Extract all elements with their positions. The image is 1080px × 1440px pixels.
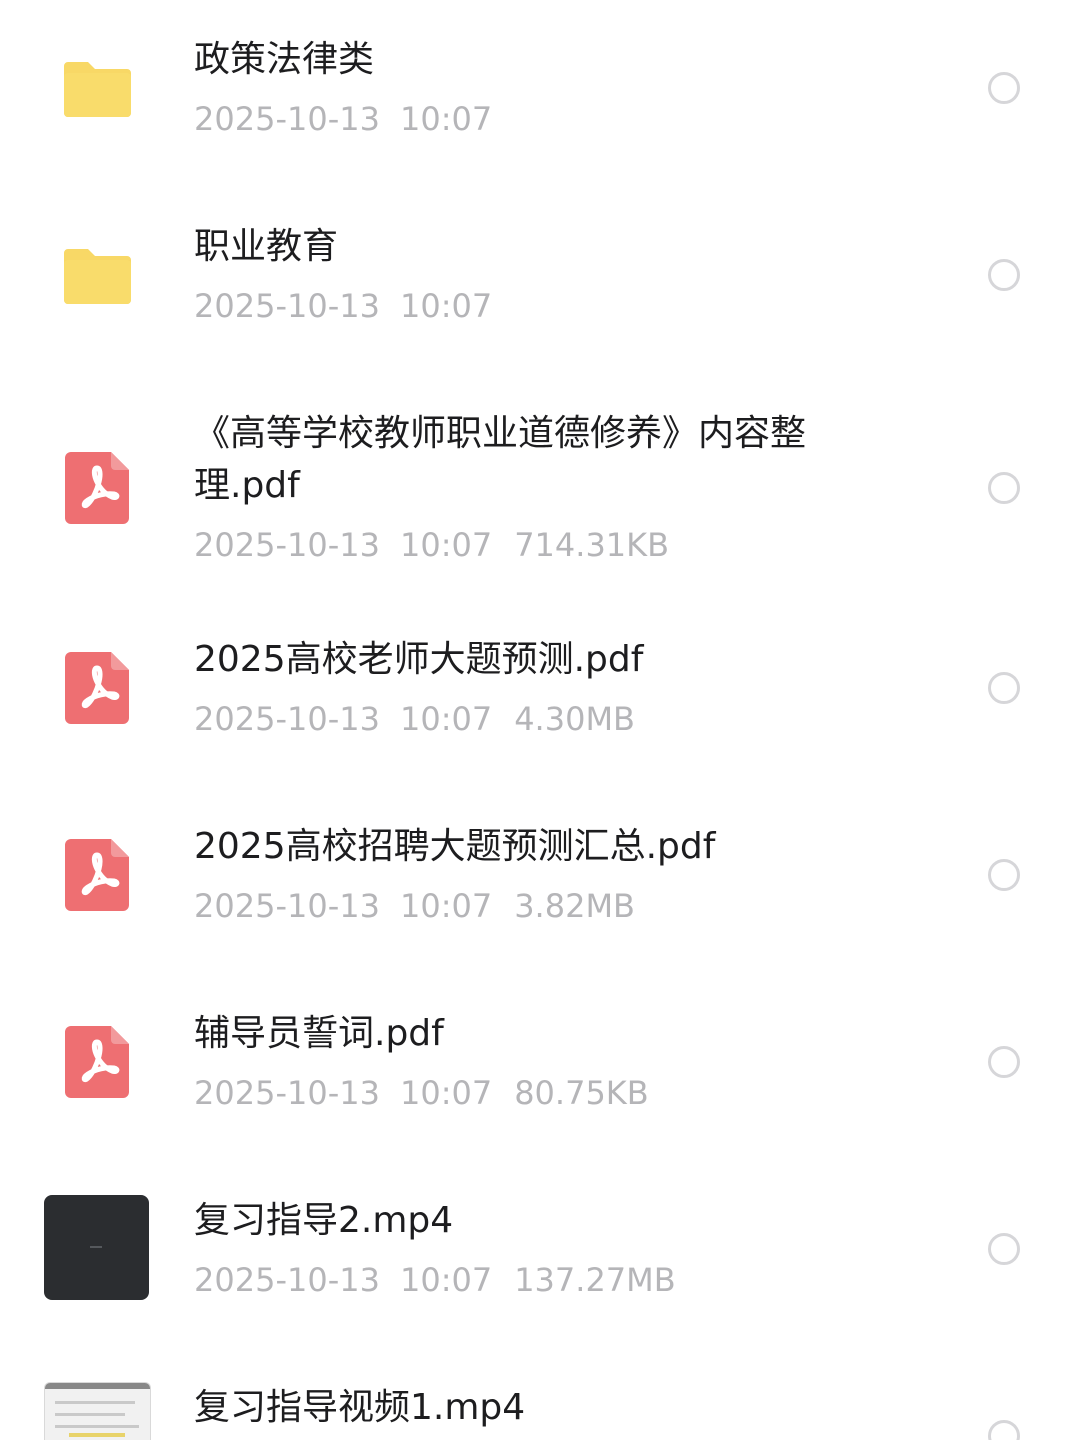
select-radio[interactable] xyxy=(988,1233,1020,1265)
file-size: 714.31KB xyxy=(514,526,670,564)
pdf-icon xyxy=(44,634,150,740)
pdf-icon xyxy=(44,821,150,927)
select-radio[interactable] xyxy=(988,72,1020,104)
file-meta: 2025-10-13 10:07 xyxy=(194,286,492,326)
file-meta: 2025-10-13 10:07 80.75KB xyxy=(194,1073,649,1113)
thumbnail-mark xyxy=(90,1246,102,1248)
file-time: 10:07 xyxy=(399,887,493,925)
file-name: 2025高校老师大题预测.pdf xyxy=(194,639,644,680)
select-radio[interactable] xyxy=(988,259,1020,291)
file-date: 2025-10-13 xyxy=(194,100,380,138)
select-radio[interactable] xyxy=(988,1420,1020,1440)
file-date: 2025-10-13 xyxy=(194,526,380,564)
thumbnail-line xyxy=(55,1413,125,1416)
select-radio[interactable] xyxy=(988,472,1020,504)
file-date: 2025-10-13 xyxy=(194,1261,380,1299)
file-name: 职业教育 xyxy=(194,226,339,267)
list-item-video[interactable]: 复习指导2.mp4 2025-10-13 10:07 137.27MB xyxy=(0,1162,1080,1349)
file-time: 10:07 xyxy=(399,287,493,325)
list-item-video[interactable]: 复习指导视频1.mp4 xyxy=(0,1349,1080,1440)
file-meta: 2025-10-13 10:07 4.30MB xyxy=(194,699,635,739)
folder-icon xyxy=(44,36,150,142)
file-time: 10:07 xyxy=(399,1074,493,1112)
file-size: 137.27MB xyxy=(514,1261,676,1299)
file-name: 《高等学校教师职业道德修养》内容整 理.pdf xyxy=(194,413,807,506)
file-time: 10:07 xyxy=(399,100,493,138)
file-size: 80.75KB xyxy=(514,1074,649,1112)
list-item-folder[interactable]: 政策法律类 2025-10-13 10:07 xyxy=(0,0,1080,187)
folder-icon xyxy=(44,223,150,329)
list-item-pdf[interactable]: 《高等学校教师职业道德修养》内容整 理.pdf 2025-10-13 10:07 7… xyxy=(0,374,1080,601)
video-thumbnail xyxy=(44,1195,149,1300)
file-date: 2025-10-13 xyxy=(194,287,380,325)
file-name: 政策法律类 xyxy=(194,39,375,80)
file-name: 复习指导视频1.mp4 xyxy=(194,1387,526,1428)
file-meta: 2025-10-13 10:07 3.82MB xyxy=(194,886,635,926)
file-time: 10:07 xyxy=(399,1261,493,1299)
file-size: 4.30MB xyxy=(514,700,635,738)
file-meta: 2025-10-13 10:07 714.31KB xyxy=(194,525,669,565)
file-name: 辅导员誓词.pdf xyxy=(194,1013,444,1054)
pdf-icon xyxy=(44,1008,150,1114)
file-meta: 2025-10-13 10:07 137.27MB xyxy=(194,1260,676,1300)
list-item-pdf[interactable]: 2025高校招聘大题预测汇总.pdf 2025-10-13 10:07 3.82MB xyxy=(0,788,1080,975)
pdf-icon xyxy=(44,434,150,540)
file-time: 10:07 xyxy=(399,700,493,738)
file-size: 3.82MB xyxy=(514,887,635,925)
list-item-pdf[interactable]: 2025高校老师大题预测.pdf 2025-10-13 10:07 4.30MB xyxy=(0,601,1080,788)
file-date: 2025-10-13 xyxy=(194,887,380,925)
list-item-pdf[interactable]: 辅导员誓词.pdf 2025-10-13 10:07 80.75KB xyxy=(0,975,1080,1162)
select-radio[interactable] xyxy=(988,672,1020,704)
thumbnail-highlight xyxy=(69,1433,125,1437)
file-name: 2025高校招聘大题预测汇总.pdf xyxy=(194,826,716,867)
file-time: 10:07 xyxy=(399,526,493,564)
file-meta: 2025-10-13 10:07 xyxy=(194,99,492,139)
select-radio[interactable] xyxy=(988,1046,1020,1078)
file-list: 政策法律类 2025-10-13 10:07 职业教育 2025-10-13 10:… xyxy=(0,0,1080,1440)
video-thumbnail xyxy=(44,1382,151,1440)
thumbnail-bar xyxy=(45,1383,150,1389)
thumbnail-line xyxy=(55,1425,139,1428)
list-item-folder[interactable]: 职业教育 2025-10-13 10:07 xyxy=(0,187,1080,374)
file-date: 2025-10-13 xyxy=(194,1074,380,1112)
file-date: 2025-10-13 xyxy=(194,700,380,738)
file-name: 复习指导2.mp4 xyxy=(194,1200,454,1241)
thumbnail-line xyxy=(55,1401,135,1404)
select-radio[interactable] xyxy=(988,859,1020,891)
